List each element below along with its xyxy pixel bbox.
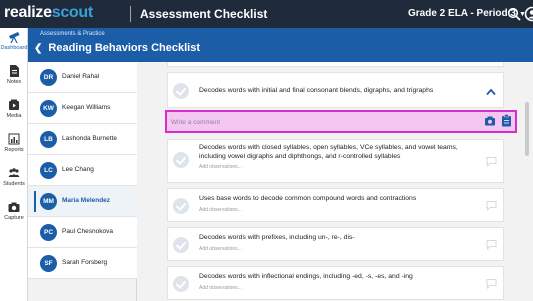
comment-icon[interactable] xyxy=(486,200,497,211)
rail-label: Notes xyxy=(6,79,22,85)
camera-icon xyxy=(8,202,20,212)
comment-icon[interactable] xyxy=(486,156,497,167)
class-selector-value: Grade 2 ELA - Period 3 xyxy=(408,8,516,19)
student-name: Daniel Rahal xyxy=(62,73,100,80)
student-name: Paul Chesnokova xyxy=(62,228,113,235)
app-title: Assessment Checklist xyxy=(140,7,268,21)
breadcrumb[interactable]: Assessments & Practice xyxy=(40,30,105,38)
observation-input[interactable]: Add observations... xyxy=(199,285,242,292)
observation-input[interactable]: Add observations... xyxy=(199,246,242,253)
avatar: SF xyxy=(40,255,57,272)
note-icon xyxy=(10,65,19,77)
chevron-up-icon[interactable] xyxy=(486,88,496,96)
chevron-left-icon[interactable]: ❮ xyxy=(34,41,42,57)
checklist-item-text: Decodes words with inflectional endings,… xyxy=(199,273,413,280)
rail-item-capture[interactable]: Capture xyxy=(0,198,28,232)
check-circle-icon[interactable] xyxy=(173,152,189,168)
rail-label: Capture xyxy=(4,215,24,221)
rail-label: Reports xyxy=(4,147,24,153)
checklist-item-text: Decodes words with prefixes, including u… xyxy=(199,234,355,241)
student-name: Sarah Forsberg xyxy=(62,259,108,266)
rail-item-reports[interactable]: Reports xyxy=(0,130,28,164)
student-name: Maria Melendez xyxy=(62,197,111,204)
scrollbar[interactable] xyxy=(525,102,529,156)
avatar: LC xyxy=(40,162,57,179)
student-name: Lashonda Burnette xyxy=(62,135,117,142)
check-circle-icon[interactable] xyxy=(173,198,189,214)
check-circle-icon[interactable] xyxy=(173,276,189,292)
checklist-item-text: Decodes words with closed syllables, ope… xyxy=(199,144,458,160)
checklist-item-text: Uses base words to decode common compoun… xyxy=(199,195,417,202)
comment-icon[interactable] xyxy=(486,239,497,250)
user-icon[interactable] xyxy=(524,6,533,22)
checklist-panel: Decodes words with initial and final con… xyxy=(137,62,533,301)
rail-label: Dashboard xyxy=(0,45,28,51)
comment-input[interactable] xyxy=(171,116,461,128)
student-name: Lee Chang xyxy=(62,166,94,173)
checklist-item-expanded[interactable]: Decodes words with initial and final con… xyxy=(167,72,504,108)
student-item-sarah-forsberg[interactable]: SF Sarah Forsberg xyxy=(28,248,137,279)
checklist-item[interactable]: Decodes words with prefixes, including u… xyxy=(167,227,504,261)
checklist-item-text: Decodes words with initial and final con… xyxy=(199,87,434,94)
page-header: Assessments & Practice ❮ Reading Behavior… xyxy=(28,28,533,62)
bar-chart-icon xyxy=(8,133,20,145)
checklist-item[interactable]: Uses base words to decode common compoun… xyxy=(167,188,504,222)
observation-input[interactable]: Add observations... xyxy=(199,207,242,214)
student-name: Keegan Williams xyxy=(62,104,111,111)
title-divider xyxy=(130,6,131,22)
student-item-lashonda-burnette[interactable]: LB Lashonda Burnette xyxy=(28,124,137,155)
student-item-daniel-rahal[interactable]: DR Daniel Rahal xyxy=(28,62,137,93)
logo-realize: realize xyxy=(4,4,52,21)
avatar: LB xyxy=(40,131,57,148)
rail-label: Media xyxy=(6,113,22,119)
page-title-text: Reading Behaviors Checklist xyxy=(48,42,200,54)
observation-input[interactable]: Add observations... xyxy=(199,164,242,171)
page-title: ❮ Reading Behaviors Checklist xyxy=(34,40,200,57)
checklist-item-partial xyxy=(167,62,504,67)
rail-item-dashboard[interactable]: Dashboard xyxy=(0,28,28,62)
check-circle-icon[interactable] xyxy=(173,83,189,99)
comment-field-container xyxy=(165,110,517,133)
top-bar: realizescout Assessment Checklist Grade … xyxy=(0,0,533,28)
camera-icon[interactable] xyxy=(484,115,496,127)
rail-item-media[interactable]: Media xyxy=(0,96,28,130)
app-logo[interactable]: realizescout xyxy=(4,3,93,23)
student-item-lee-chang[interactable]: LC Lee Chang xyxy=(28,155,137,186)
check-circle-icon[interactable] xyxy=(173,237,189,253)
telescope-icon xyxy=(9,32,20,44)
clipboard-icon[interactable] xyxy=(501,114,512,127)
students-icon xyxy=(8,168,20,177)
avatar: PC xyxy=(40,224,57,241)
avatar: DR xyxy=(40,69,57,86)
student-list: DR Daniel Rahal KW Keegan Williams LB La… xyxy=(28,62,137,301)
avatar: KW xyxy=(40,100,57,117)
comment-icon[interactable] xyxy=(486,278,497,289)
student-item-keegan-williams[interactable]: KW Keegan Williams xyxy=(28,93,137,124)
rail-item-notes[interactable]: Notes xyxy=(0,62,28,96)
student-item-maria-melendez[interactable]: MM Maria Melendez xyxy=(28,186,137,217)
media-icon xyxy=(9,99,19,110)
student-item-paul-chesnokova[interactable]: PC Paul Chesnokova xyxy=(28,217,137,248)
left-nav-rail: Dashboard Notes Media Reports Students C… xyxy=(0,28,28,301)
logo-scout: scout xyxy=(51,4,93,21)
avatar: MM xyxy=(40,193,57,210)
search-icon[interactable] xyxy=(507,7,521,21)
rail-label: Students xyxy=(3,181,25,187)
rail-item-students[interactable]: Students xyxy=(0,164,28,198)
checklist-item[interactable]: Decodes words with inflectional endings,… xyxy=(167,266,504,300)
checklist-item[interactable]: Decodes words with closed syllables, ope… xyxy=(167,139,504,183)
